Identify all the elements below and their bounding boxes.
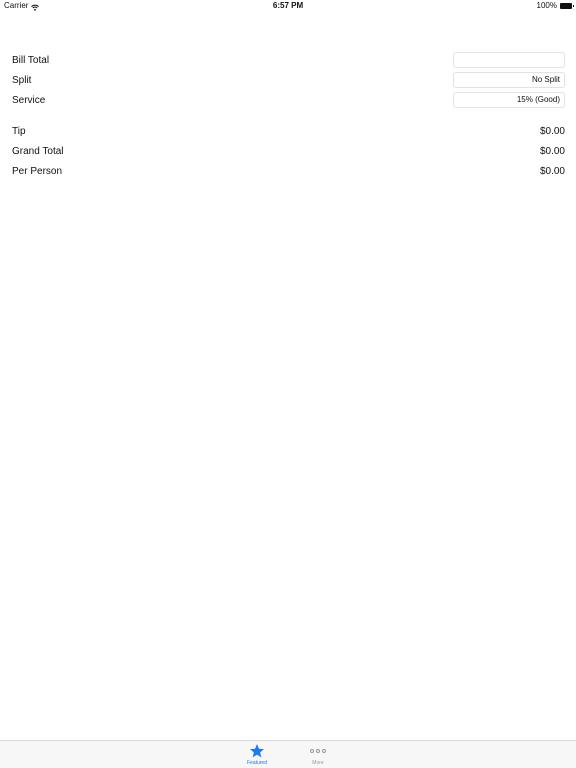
grand-total-value: $0.00 bbox=[539, 145, 565, 157]
status-bar: Carrier 6:57 PM 100% bbox=[0, 0, 576, 12]
per-person-value: $0.00 bbox=[539, 165, 565, 177]
status-time: 6:57 PM bbox=[272, 1, 304, 10]
grand-total-row: Grand Total $0.00 bbox=[12, 141, 565, 161]
split-label: Split bbox=[12, 74, 32, 86]
tab-featured[interactable]: Featured bbox=[237, 742, 277, 768]
status-right: 100% bbox=[536, 0, 574, 12]
bill-total-input[interactable] bbox=[453, 52, 565, 68]
tab-more[interactable]: More bbox=[298, 742, 338, 768]
split-field[interactable]: No Split bbox=[453, 72, 565, 88]
more-icon bbox=[298, 743, 338, 759]
star-icon bbox=[237, 743, 277, 759]
tip-value: $0.00 bbox=[539, 125, 565, 137]
tab-featured-label: Featured bbox=[246, 760, 267, 766]
service-row: Service 15% (Good) bbox=[12, 90, 565, 110]
tip-row: Tip $0.00 bbox=[12, 121, 565, 141]
battery-percent: 100% bbox=[536, 1, 557, 10]
tip-label: Tip bbox=[12, 125, 26, 137]
tab-bar: Featured More bbox=[0, 740, 576, 768]
service-field[interactable]: 15% (Good) bbox=[453, 92, 565, 108]
service-label: Service bbox=[12, 94, 46, 106]
tab-more-label: More bbox=[312, 760, 324, 766]
bill-total-row: Bill Total bbox=[12, 50, 565, 70]
battery-icon bbox=[560, 3, 574, 9]
per-person-row: Per Person $0.00 bbox=[12, 161, 565, 181]
per-person-label: Per Person bbox=[12, 165, 63, 177]
bill-total-label: Bill Total bbox=[12, 54, 50, 66]
split-row: Split No Split bbox=[12, 70, 565, 90]
grand-total-label: Grand Total bbox=[12, 145, 64, 157]
